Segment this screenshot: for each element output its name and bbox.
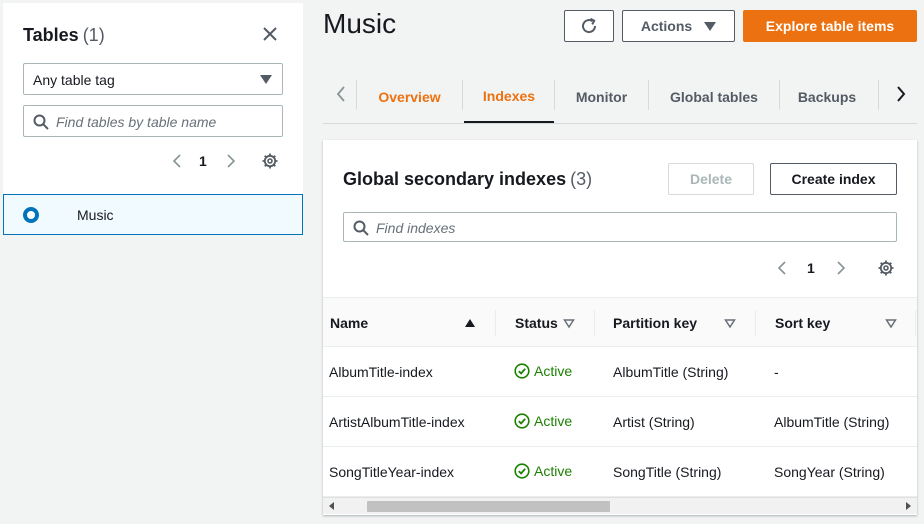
scrollbar-thumb[interactable]: [367, 501, 610, 512]
tables-page-number[interactable]: 1: [199, 153, 207, 169]
index-name: AlbumTitle-index: [329, 364, 433, 380]
status-text: Active: [534, 363, 573, 379]
index-name: ArtistAlbumTitle-index: [329, 414, 465, 430]
sort-key: -: [774, 364, 779, 380]
tab-bar: Overview Indexes Monitor Global tables B…: [323, 70, 917, 124]
page-title: Music: [323, 8, 397, 39]
partition-key: Artist (String): [613, 414, 695, 430]
partition-key: AlbumTitle (String): [613, 364, 729, 380]
chevron-left-icon[interactable]: [334, 84, 348, 104]
table-row[interactable]: AlbumTitle-index Active AlbumTitle (Stri…: [323, 347, 917, 397]
check-circle-icon: [514, 463, 530, 479]
tables-panel: Tables (1) Any table tag Find tables by t…: [3, 3, 303, 235]
global-secondary-indexes-panel: Global secondary indexes (3) Delete Creat…: [323, 140, 917, 515]
scroll-left-icon[interactable]: [329, 502, 334, 510]
table-row[interactable]: ArtistAlbumTitle-index Active Artist (St…: [323, 397, 917, 447]
sort-key: SongYear (String): [774, 464, 885, 480]
scroll-right-icon[interactable]: [906, 502, 911, 510]
create-index-button[interactable]: Create index: [770, 163, 897, 195]
tables-count: (1): [82, 25, 105, 45]
index-name: SongTitleYear-index: [329, 464, 455, 480]
tab-indexes[interactable]: Indexes: [464, 70, 554, 123]
index-search-placeholder: Find indexes: [376, 220, 456, 236]
refresh-icon: [582, 17, 597, 34]
table-tag-select[interactable]: Any table tag: [23, 63, 283, 95]
status-badge: Active: [514, 463, 572, 479]
gsi-title-text: Global secondary indexes: [343, 169, 567, 189]
chevron-right-icon[interactable]: [894, 84, 908, 104]
refresh-button[interactable]: [564, 10, 614, 42]
chevron-right-icon[interactable]: [225, 153, 237, 169]
gsi-title: Global secondary indexes (3): [343, 169, 592, 190]
caret-down-icon: [704, 21, 717, 31]
table-header: Name Status Partition key Sort key: [323, 297, 917, 347]
table-row[interactable]: SongTitleYear-index Active SongTitle (St…: [323, 447, 917, 497]
column-header-sort-key[interactable]: Sort key: [775, 315, 830, 331]
column-divider: [755, 310, 756, 336]
tables-panel-title: Tables (1): [23, 25, 105, 46]
table-tag-value: Any table tag: [33, 72, 115, 88]
indexes-pagination: 1: [776, 258, 897, 278]
chevron-right-icon[interactable]: [835, 260, 847, 276]
status-text: Active: [534, 463, 573, 479]
status-badge: Active: [514, 363, 572, 379]
tables-title: Tables: [23, 25, 79, 45]
sort-icon[interactable]: [563, 317, 575, 329]
column-divider: [915, 310, 916, 336]
column-header-partition-key[interactable]: Partition key: [613, 315, 697, 331]
sort-ascending-icon[interactable]: [464, 317, 476, 329]
column-header-name[interactable]: Name: [330, 315, 368, 331]
index-search-input[interactable]: Find indexes: [343, 212, 897, 242]
gear-icon[interactable]: [261, 152, 279, 170]
check-circle-icon: [514, 413, 530, 429]
tab-monitor[interactable]: Monitor: [555, 70, 648, 124]
chevron-left-icon[interactable]: [171, 153, 183, 169]
column-divider: [594, 310, 595, 336]
gear-icon[interactable]: [877, 259, 895, 277]
tab-backups[interactable]: Backups: [780, 70, 874, 124]
column-header-status[interactable]: Status: [515, 315, 558, 331]
actions-label: Actions: [640, 18, 693, 34]
tables-pagination: 1: [168, 151, 283, 171]
table-search-input[interactable]: Find tables by table name: [23, 105, 283, 137]
horizontal-scrollbar[interactable]: [323, 497, 917, 514]
indexes-page-number[interactable]: 1: [807, 260, 815, 276]
tab-divider: [878, 80, 879, 110]
tab-global-tables[interactable]: Global tables: [649, 70, 779, 124]
actions-button[interactable]: Actions: [622, 10, 735, 42]
search-icon: [353, 220, 369, 236]
table-row-music[interactable]: Music: [3, 194, 303, 235]
sort-key: AlbumTitle (String): [774, 414, 890, 430]
caret-down-icon: [260, 75, 272, 84]
radio-selected-icon[interactable]: [23, 207, 39, 223]
status-text: Active: [534, 413, 573, 429]
tab-overview[interactable]: Overview: [357, 70, 462, 124]
check-circle-icon: [514, 363, 530, 379]
table-search-placeholder: Find tables by table name: [56, 114, 217, 130]
status-badge: Active: [514, 413, 572, 429]
search-icon: [33, 114, 49, 130]
sort-icon[interactable]: [885, 317, 897, 329]
chevron-left-icon[interactable]: [776, 260, 788, 276]
partition-key: SongTitle (String): [613, 464, 722, 480]
sort-icon[interactable]: [724, 317, 736, 329]
close-icon[interactable]: [261, 25, 279, 43]
delete-button[interactable]: Delete: [668, 163, 754, 195]
table-name: Music: [77, 207, 114, 223]
gsi-count: (3): [570, 169, 593, 189]
column-divider: [495, 310, 496, 336]
tab-divider: [462, 80, 463, 110]
explore-table-items-button[interactable]: Explore table items: [743, 10, 917, 42]
